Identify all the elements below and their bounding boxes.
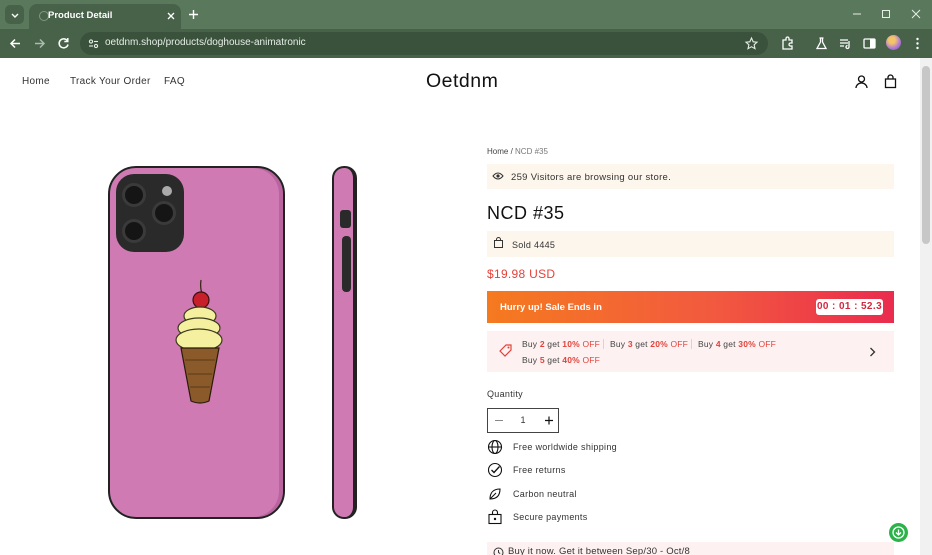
feature-text: Carbon neutral	[513, 489, 577, 499]
menu-icon[interactable]	[909, 35, 926, 52]
chevron-right-icon[interactable]	[868, 347, 877, 357]
feature-payments: Secure payments	[487, 509, 747, 527]
tab-strip: Product Detail	[0, 0, 932, 29]
offer-item: Buy 3 get 20% OFF	[610, 339, 689, 349]
visitors-text: 259 Visitors are browsing our store.	[511, 172, 672, 183]
side-panel-icon[interactable]	[861, 35, 878, 52]
feature-text: Secure payments	[513, 512, 588, 522]
tab-product-detail[interactable]: Product Detail	[29, 4, 181, 29]
quantity-label: Quantity	[487, 389, 523, 399]
labs-icon[interactable]	[813, 35, 830, 52]
tab-close-icon[interactable]	[164, 9, 178, 23]
breadcrumb: Home / NCD #35	[487, 147, 548, 156]
offer-item: Buy 2 get 10% OFF	[522, 339, 601, 349]
nav-home[interactable]: Home	[22, 76, 50, 87]
camera-lens	[122, 219, 146, 243]
nav-track-order[interactable]: Track Your Order	[70, 76, 151, 87]
nav-faq[interactable]: FAQ	[164, 76, 185, 87]
window-close-icon[interactable]	[908, 6, 924, 22]
extensions-icon[interactable]	[779, 35, 796, 52]
download-icon	[892, 526, 905, 539]
feature-carbon: Carbon neutral	[487, 486, 747, 504]
site-info-icon[interactable]	[86, 36, 101, 51]
sold-banner: Sold 4445	[487, 231, 894, 257]
profile-avatar[interactable]	[886, 35, 901, 50]
eye-icon	[492, 172, 504, 180]
tab-search-icon[interactable]	[5, 5, 24, 24]
offer-item: Buy 4 get 30% OFF	[698, 339, 777, 349]
quantity-increase-button[interactable]	[543, 414, 555, 427]
sale-countdown: Hurry up! Sale Ends in 00 : 01 : 52.3	[487, 291, 894, 323]
camera-flash	[162, 186, 172, 196]
web-page: Home Track Your Order FAQ Oetdnm Home / …	[0, 58, 920, 555]
forward-icon[interactable]	[31, 35, 48, 52]
volume-buttons	[342, 236, 351, 292]
check-circle-icon	[487, 462, 503, 478]
camera-module	[116, 174, 184, 252]
product-image-side[interactable]	[332, 166, 357, 519]
leaf-icon	[489, 488, 501, 500]
breadcrumb-home[interactable]: Home	[487, 147, 508, 156]
account-icon[interactable]	[854, 74, 869, 89]
sold-text: Sold 4445	[512, 240, 556, 250]
chat-widget-button[interactable]	[889, 523, 908, 542]
cart-icon[interactable]	[883, 74, 898, 89]
url-text[interactable]: oetdnm.shop/products/doghouse-animatroni…	[105, 37, 306, 48]
product-title: NCD #35	[487, 203, 565, 223]
price-tag-icon	[499, 344, 512, 357]
delivery-text: Buy it now. Get it between Sep/30 - Oct/…	[508, 546, 690, 555]
breadcrumb-current: NCD #35	[515, 147, 548, 156]
browser-chrome: Product Detail oetdnm.shop/products/dogh…	[0, 0, 932, 58]
product-image-front[interactable]	[108, 166, 285, 519]
shopping-bag-icon	[494, 237, 503, 248]
breadcrumb-separator: /	[508, 147, 516, 156]
feature-text: Free returns	[513, 465, 566, 475]
bookmark-star-icon[interactable]	[744, 36, 759, 51]
bundle-offers[interactable]: Buy 2 get 10% OFF Buy 3 get 20% OFF Buy …	[487, 331, 894, 372]
reload-icon[interactable]	[55, 35, 72, 52]
feature-shipping: Free worldwide shipping	[487, 439, 747, 457]
address-bar[interactable]: oetdnm.shop/products/doghouse-animatroni…	[80, 32, 768, 55]
camera-lens	[122, 183, 146, 207]
side-switch	[340, 210, 351, 228]
quantity-decrease-button[interactable]	[493, 414, 505, 427]
feature-returns: Free returns	[487, 462, 747, 480]
browser-toolbar: oetdnm.shop/products/doghouse-animatroni…	[0, 29, 932, 58]
back-icon[interactable]	[7, 35, 24, 52]
globe-icon	[487, 439, 503, 455]
countdown-timer: 00 : 01 : 52.3	[816, 299, 883, 315]
visitors-banner: 259 Visitors are browsing our store.	[487, 164, 894, 189]
ice-cream-illustration	[175, 279, 223, 404]
feature-text: Free worldwide shipping	[513, 442, 617, 452]
tab-title: Product Detail	[48, 10, 113, 21]
maximize-icon[interactable]	[878, 6, 894, 22]
quantity-stepper[interactable]: 1	[487, 408, 559, 433]
camera-lens	[152, 201, 176, 225]
offer-divider	[691, 339, 692, 349]
media-icon[interactable]	[837, 35, 854, 52]
offer-divider	[603, 339, 604, 349]
store-logo[interactable]: Oetdnm	[426, 70, 498, 93]
quantity-input[interactable]: 1	[514, 415, 532, 425]
product-price: $19.98 USD	[487, 267, 556, 281]
offer-item: Buy 5 get 40% OFF	[522, 355, 601, 365]
scrollbar-thumb[interactable]	[922, 66, 930, 244]
minimize-icon[interactable]	[849, 6, 865, 22]
delivery-estimate: Buy it now. Get it between Sep/30 - Oct/…	[487, 542, 894, 555]
lock-box-icon	[488, 509, 502, 525]
sale-label: Hurry up! Sale Ends in	[500, 302, 602, 313]
new-tab-icon[interactable]	[186, 7, 201, 22]
clock-icon	[493, 547, 504, 555]
